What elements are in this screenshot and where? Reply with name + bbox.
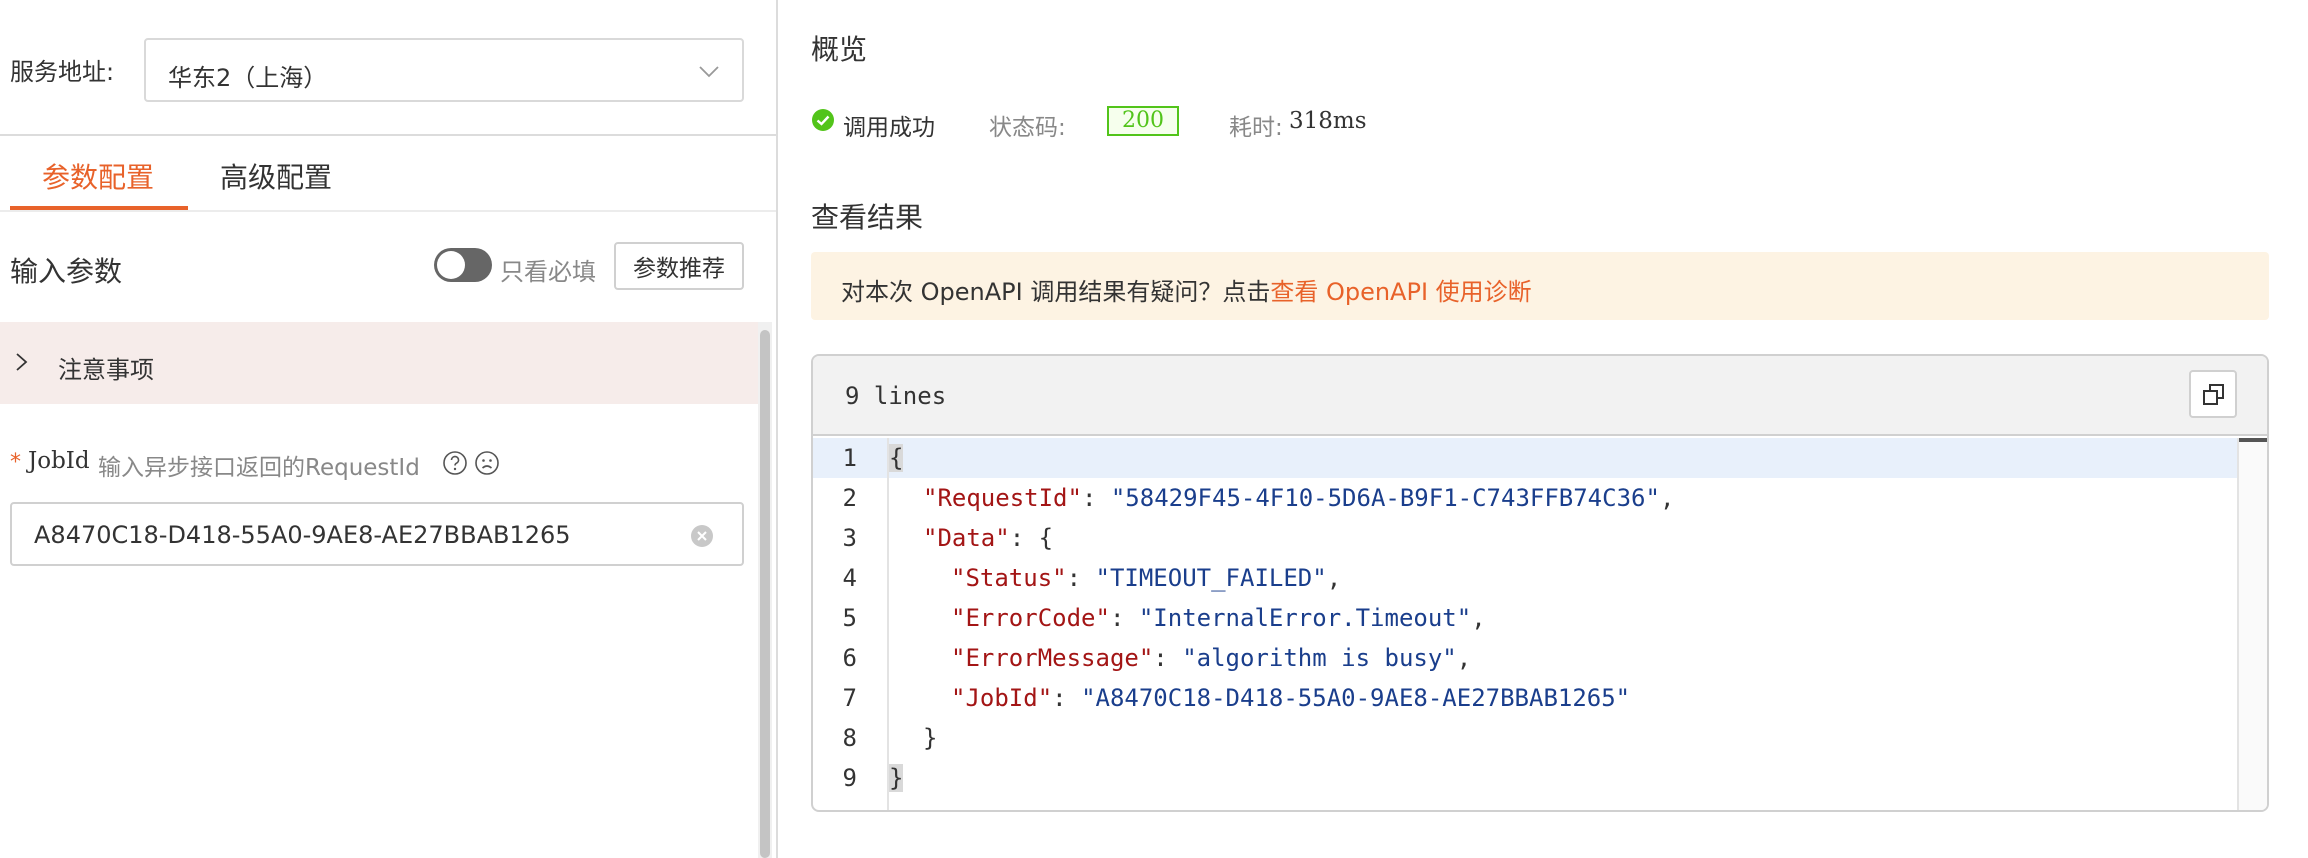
json-string: "InternalError.Timeout": [1138, 604, 1472, 632]
code-line: 1 {: [813, 438, 2267, 478]
json-key: "ErrorMessage": [951, 644, 1154, 672]
call-status-row: 调用成功 状态码: 200 耗时: 318ms: [811, 106, 1411, 141]
line-number: 4: [842, 564, 857, 592]
chevron-right-icon: [16, 353, 28, 371]
code-text: "Data": {: [923, 524, 1054, 552]
code-text: "RequestId": "58429F45-4F10-5D6A-B9F1-C7…: [923, 484, 1675, 512]
diagnosis-banner: 对本次 OpenAPI 调用结果有疑问？点击查看 OpenAPI 使用诊断: [811, 252, 2269, 320]
overview-title: 概览: [811, 33, 868, 66]
json-string: "58429F45-4F10-5D6A-B9F1-C743FFB74C36": [1110, 484, 1660, 512]
chevron-down-icon: [699, 66, 719, 78]
code-line: 5 "ErrorCode": "InternalError.Timeout",: [813, 598, 2267, 638]
json-brace: }: [889, 764, 904, 792]
json-key: "Data": [923, 524, 1010, 552]
code-text: {: [889, 444, 904, 472]
code-line: 9 }: [813, 758, 2267, 798]
code-text: "JobId": "A8470C18-D418-55A0-9AE8-AE27BB…: [951, 684, 1631, 712]
left-scrollbar-thumb[interactable]: [760, 330, 770, 858]
code-scrollbar-thumb[interactable]: [2239, 438, 2267, 442]
param-recommend-button[interactable]: 参数推荐: [614, 242, 744, 290]
input-params-title: 输入参数: [10, 255, 123, 288]
jobid-param-description: 输入异步接口返回的RequestId: [98, 455, 420, 481]
line-number: 5: [842, 604, 857, 632]
json-result-viewer: 9 lines 1 { 2 "RequestId": "58429F45-4F1…: [811, 354, 2269, 812]
line-count-label: 9 lines: [845, 382, 947, 410]
required-mark: *: [10, 450, 21, 475]
code-line: 3 "Data": {: [813, 518, 2267, 558]
left-panel: 服务地址: 华东2（上海） 参数配置 高级配置 输入参数 只看必填 参数推荐 注…: [0, 0, 776, 858]
banner-question: 对本次 OpenAPI 调用结果有疑问？点击: [841, 278, 1271, 306]
json-key: "JobId": [951, 684, 1053, 712]
notice-label: 注意事项: [58, 356, 154, 384]
notice-collapse[interactable]: 注意事项: [0, 322, 758, 404]
json-string: "algorithm is busy": [1182, 644, 1457, 672]
toggle-knob: [437, 251, 465, 279]
elapsed-time-label: 耗时:: [1229, 115, 1283, 141]
json-string: "TIMEOUT_FAILED": [1095, 564, 1327, 592]
code-line: 6 "ErrorMessage": "algorithm is busy",: [813, 638, 2267, 678]
json-key: "RequestId": [923, 484, 1082, 512]
copy-icon: [2203, 384, 2224, 405]
code-line: 4 "Status": "TIMEOUT_FAILED",: [813, 558, 2267, 598]
only-required-toggle[interactable]: [434, 248, 492, 282]
code-line: 2 "RequestId": "58429F45-4F10-5D6A-B9F1-…: [813, 478, 2267, 518]
only-required-label: 只看必填: [500, 258, 596, 286]
elapsed-time-value: 318ms: [1289, 108, 1367, 134]
json-string: "A8470C18-D418-55A0-9AE8-AE27BBAB1265": [1081, 684, 1631, 712]
active-tab-indicator: [10, 206, 188, 210]
line-number: 8: [842, 724, 857, 752]
line-number: 1: [842, 444, 857, 472]
check-circle-icon: [812, 109, 834, 131]
code-text: "ErrorMessage": "algorithm is busy",: [951, 644, 1472, 672]
code-scrollbar[interactable]: [2237, 438, 2267, 810]
code-body: 1 { 2 "RequestId": "58429F45-4F10-5D6A-B…: [813, 438, 2267, 810]
jobid-field[interactable]: [10, 502, 744, 566]
line-number: 7: [842, 684, 857, 712]
code-line: 7 "JobId": "A8470C18-D418-55A0-9AE8-AE27…: [813, 678, 2267, 718]
clear-input-icon[interactable]: [690, 524, 714, 548]
jobid-param-name: JobId: [28, 448, 90, 474]
code-header: 9 lines: [813, 356, 2267, 436]
line-number: 6: [842, 644, 857, 672]
line-number: 2: [842, 484, 857, 512]
status-code-label: 状态码:: [989, 115, 1066, 141]
right-panel: 概览 调用成功 状态码: 200 耗时: 318ms 查看结果 对本次 Open…: [778, 0, 2308, 858]
tab-param-config[interactable]: 参数配置: [42, 156, 154, 196]
code-text: "ErrorCode": "InternalError.Timeout",: [951, 604, 1486, 632]
service-address-value: 华东2（上海）: [168, 64, 328, 92]
gutter-divider: [887, 438, 889, 810]
code-line: 8 }: [813, 718, 2267, 758]
code-text: }: [889, 764, 904, 792]
json-brace: }: [923, 724, 938, 752]
feedback-sad-face-icon[interactable]: [474, 450, 500, 476]
json-key: "ErrorCode": [951, 604, 1110, 632]
copy-button[interactable]: [2189, 370, 2237, 418]
diagnosis-link[interactable]: 查看 OpenAPI 使用诊断: [1270, 278, 1531, 306]
line-number: 3: [842, 524, 857, 552]
jobid-input[interactable]: [34, 518, 674, 552]
line-number: 9: [842, 764, 857, 792]
service-address-label: 服务地址:: [10, 58, 115, 86]
json-brace: {: [889, 444, 904, 472]
tab-advanced-config[interactable]: 高级配置: [220, 156, 332, 196]
config-tabs: 参数配置 高级配置: [0, 136, 776, 212]
call-success-text: 调用成功: [843, 115, 935, 141]
code-text: }: [923, 724, 937, 752]
service-address-select[interactable]: 华东2（上海）: [144, 38, 744, 102]
json-key: "Status": [951, 564, 1067, 592]
banner-text: 对本次 OpenAPI 调用结果有疑问？点击查看 OpenAPI 使用诊断: [841, 272, 1532, 307]
help-icon[interactable]: [442, 450, 468, 476]
status-code-badge: 200: [1107, 106, 1179, 136]
code-text: "Status": "TIMEOUT_FAILED",: [951, 564, 1342, 592]
view-results-title: 查看结果: [811, 201, 924, 234]
